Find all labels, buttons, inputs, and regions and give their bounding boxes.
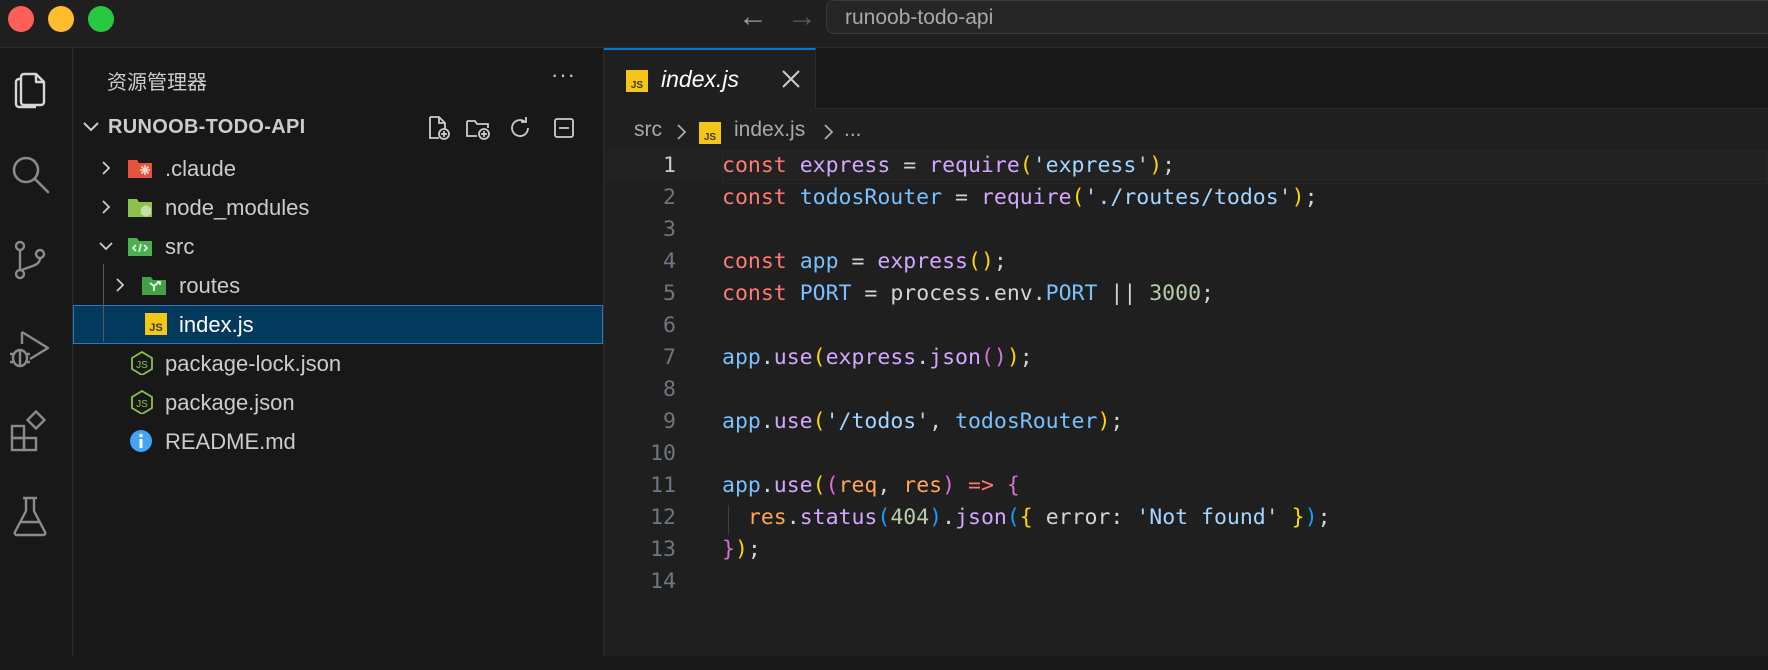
new-file-icon[interactable]	[424, 114, 452, 142]
explorer-icon[interactable]	[8, 66, 52, 110]
command-center-search[interactable]: runoob-todo-api	[826, 0, 1768, 34]
info-icon	[130, 430, 152, 452]
js-file-icon: JS	[145, 313, 167, 335]
svg-text:JS: JS	[149, 322, 162, 334]
breadcrumb: src JS index.js ...	[604, 114, 1768, 148]
code-indent-guide	[728, 505, 729, 535]
code-line[interactable]: 2 const todosRouter = require('./routes/…	[604, 182, 1768, 214]
tree-item-package-lock-json[interactable]: JS package-lock.json	[73, 344, 603, 383]
breadcrumb-folder[interactable]: src	[634, 118, 662, 142]
command-center-label: runoob-todo-api	[845, 6, 994, 29]
tree-item-routes[interactable]: routes	[73, 266, 603, 305]
code-line[interactable]: 6	[604, 310, 1768, 342]
forward-arrow-icon[interactable]: →	[787, 2, 817, 32]
tree-item-claude[interactable]: .claude	[73, 149, 603, 188]
code-line-text: const todosRouter = require('./routes/to…	[722, 185, 1318, 210]
refresh-icon[interactable]	[506, 114, 534, 142]
tree-item-label: package-lock.json	[165, 351, 342, 376]
tree-indent-guide	[103, 264, 104, 342]
code-line[interactable]: 13 });	[604, 534, 1768, 566]
close-window-button[interactable]	[8, 6, 34, 32]
breadcrumb-more[interactable]: ...	[844, 118, 862, 142]
code-line-text: app.use('/todos', todosRouter);	[722, 409, 1124, 434]
js-file-icon: JS	[699, 122, 721, 144]
code-line[interactable]: 4 const app = express();	[604, 246, 1768, 278]
tree-item-label: routes	[179, 273, 241, 298]
source-control-icon[interactable]	[8, 238, 52, 282]
node-folder-icon	[128, 199, 152, 217]
code-line[interactable]: 14	[604, 566, 1768, 598]
code-line[interactable]: 7 app.use(express.json());	[604, 342, 1768, 374]
extensions-icon[interactable]	[8, 409, 52, 454]
src-folder-icon	[128, 238, 152, 256]
tree-item-readme[interactable]: README.md	[73, 422, 603, 461]
tree-item-label: node_modules	[165, 195, 310, 220]
code-line[interactable]: 12 res.status(404).json({ error: 'Not fo…	[604, 502, 1768, 534]
tree-item-index-js[interactable]: JS index.js	[73, 305, 603, 344]
svg-text:JS: JS	[704, 132, 717, 143]
code-line[interactable]: 1 const express = require('express');	[604, 150, 1768, 184]
code-line-text: const PORT = process.env.PORT || 3000;	[722, 281, 1214, 306]
tree-item-label: .claude	[165, 156, 236, 181]
collapse-all-icon[interactable]	[550, 114, 578, 142]
editor-area: JS index.js src JS index.js ... 1 const …	[604, 48, 1768, 656]
code-line-text: });	[722, 537, 761, 562]
chevron-right-icon	[102, 161, 111, 175]
tree-item-label: README.md	[165, 429, 296, 454]
tree-item-label: index.js	[179, 312, 254, 337]
close-icon[interactable]	[780, 68, 802, 90]
node-json-icon: JS	[131, 351, 153, 375]
code-line[interactable]: 9 app.use('/todos', todosRouter);	[604, 406, 1768, 438]
code-editor[interactable]: 1 const express = require('express'); 2 …	[604, 150, 1768, 670]
chevron-right-icon	[677, 124, 687, 140]
workspace-section-header[interactable]: RUNOOB-TODO-API	[73, 110, 603, 146]
code-line[interactable]: 10	[604, 438, 1768, 470]
testing-icon[interactable]	[8, 494, 52, 538]
tree-item-src[interactable]: src	[73, 227, 603, 266]
tab-bar: JS index.js	[604, 48, 1768, 109]
code-line[interactable]: 3	[604, 214, 1768, 246]
minimize-window-button[interactable]	[48, 6, 74, 32]
zoom-window-button[interactable]	[88, 6, 114, 32]
tree-item-node-modules[interactable]: node_modules	[73, 188, 603, 227]
tab-label: index.js	[661, 66, 739, 92]
title-bar: ← → runoob-todo-api	[0, 0, 1768, 48]
run-debug-icon[interactable]	[8, 326, 52, 370]
sidebar-title: 资源管理器	[107, 72, 207, 94]
svg-text:JS: JS	[136, 399, 148, 410]
activity-bar	[0, 48, 73, 656]
code-line[interactable]: 5 const PORT = process.env.PORT || 3000;	[604, 278, 1768, 310]
tree-item-label: src	[165, 234, 195, 259]
more-actions-icon[interactable]: ···	[551, 62, 576, 88]
code-line[interactable]: 8	[604, 374, 1768, 406]
chevron-right-icon	[102, 200, 111, 214]
tab-index-js[interactable]: JS index.js	[604, 48, 816, 109]
chevron-right-icon	[116, 278, 125, 292]
code-line-text: app.use((req, res) => {	[722, 473, 1020, 498]
breadcrumb-file[interactable]: index.js	[734, 118, 805, 142]
svg-text:JS: JS	[136, 360, 148, 371]
search-icon[interactable]	[8, 152, 52, 196]
js-file-icon: JS	[626, 70, 648, 92]
tree-item-label: package.json	[165, 390, 295, 415]
node-json-icon: JS	[131, 390, 153, 414]
workspace-name: RUNOOB-TODO-API	[108, 116, 306, 138]
code-line-text: const app = express();	[722, 249, 1007, 274]
claude-folder-icon	[128, 160, 152, 178]
tree-item-package-json[interactable]: JS package.json	[73, 383, 603, 422]
code-line[interactable]: 11 app.use((req, res) => {	[604, 470, 1768, 502]
new-folder-icon[interactable]	[464, 114, 492, 142]
svg-text:JS: JS	[631, 80, 644, 91]
chevron-down-icon	[99, 242, 113, 251]
chevron-right-icon	[824, 124, 834, 140]
code-line-text: app.use(express.json());	[722, 345, 1033, 370]
explorer-sidebar: 资源管理器 ··· RUNOOB-TODO-API .claude node_m…	[73, 48, 604, 656]
chevron-down-icon	[83, 122, 99, 132]
routes-folder-icon	[142, 277, 166, 295]
code-line-text: const express = require('express');	[722, 153, 1176, 178]
code-line-text: res.status(404).json({ error: 'Not found…	[747, 505, 1331, 530]
back-arrow-icon[interactable]: ←	[738, 2, 768, 32]
